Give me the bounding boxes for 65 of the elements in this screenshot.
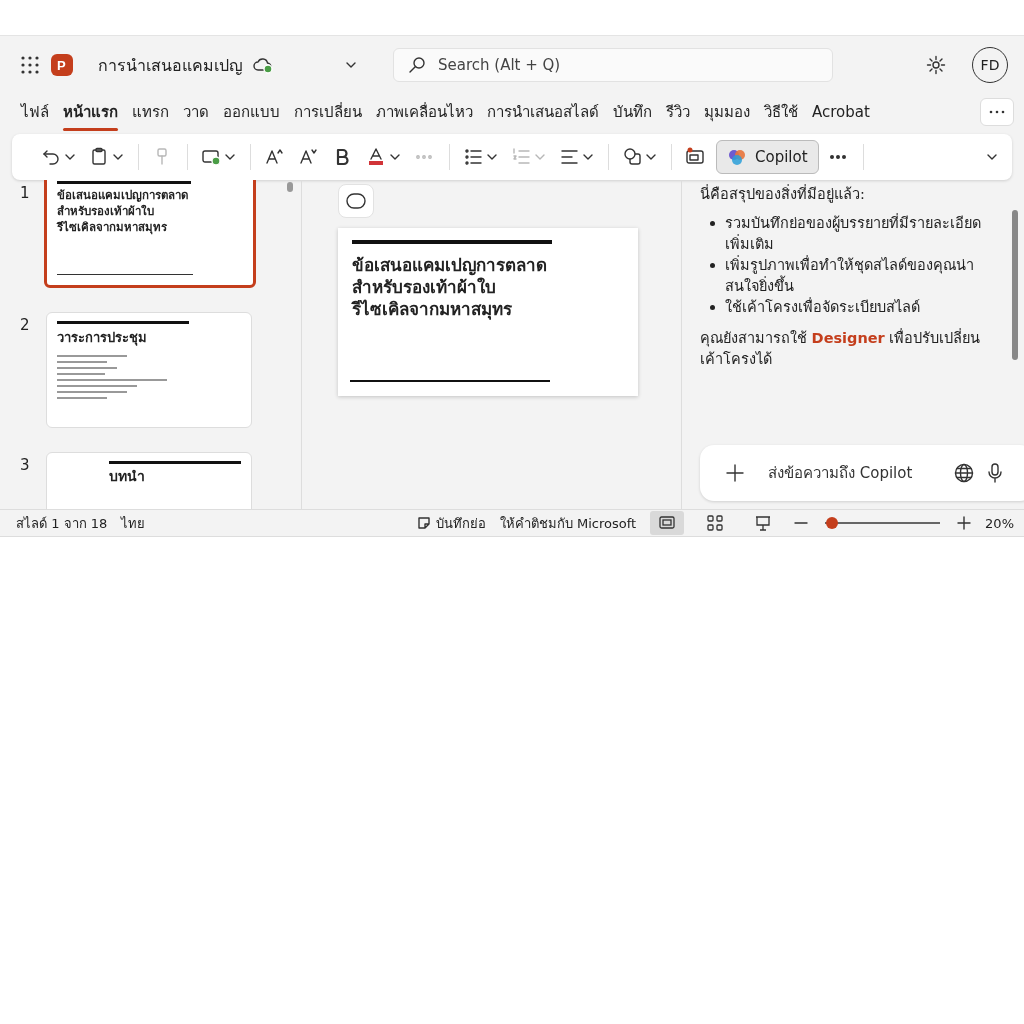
document-title[interactable]: การนำเสนอแคมเปญ <box>98 52 243 78</box>
language[interactable]: ไทย <box>121 512 146 534</box>
feedback-button[interactable]: ให้คำติชมกับ Microsoft <box>499 512 637 534</box>
slide-sorter-icon <box>706 514 725 532</box>
chat-message: นี่คือสรุปของสิ่งที่มีอยู่แล้ว: <box>700 184 866 205</box>
scrollbar-thumb[interactable] <box>1012 210 1018 360</box>
ribbon-tab[interactable]: มุมมอง <box>697 96 757 128</box>
globe-icon[interactable] <box>954 463 974 483</box>
app-logo-icon[interactable]: P <box>50 53 76 77</box>
search-input[interactable]: Search (Alt + Q) <box>436 55 818 75</box>
slide-thumbnail[interactable]: วาระการประชุม <box>46 312 252 428</box>
search-bar[interactable]: Search (Alt + Q) <box>393 48 833 82</box>
slider-thumb[interactable] <box>825 517 838 529</box>
bullet-text: ใช้เค้าโครงเพื่อจัดระเบียบสไลด์ <box>725 297 920 318</box>
shapes-icon[interactable] <box>623 147 643 167</box>
zoom-level[interactable]: 20% <box>985 515 1014 531</box>
scrollbar-thumb[interactable] <box>287 182 293 192</box>
view-button[interactable] <box>650 511 685 535</box>
cloud-saved-icon[interactable] <box>253 56 275 74</box>
ribbon-tab[interactable]: การเปลี่ยน <box>287 96 369 128</box>
ribbon-tab[interactable]: แทรก <box>125 96 176 128</box>
chat-input-bar[interactable]: ส่งข้อความถึง Copilot <box>700 445 1024 501</box>
plus-icon[interactable] <box>726 464 744 482</box>
bullet-text: เพิ่มรูปภาพเพื่อทำให้ชุดสไลด์ของคุณน่าสนใจยิ่งขึ้น <box>725 255 975 297</box>
microphone-icon[interactable] <box>988 463 1002 483</box>
ribbon-tab[interactable]: รีวิว <box>659 96 697 128</box>
search-icon[interactable] <box>408 56 426 74</box>
notes-button[interactable]: บันทึกย่อ <box>416 512 486 534</box>
message-input[interactable]: ส่งข้อความถึง Copilot <box>766 463 940 483</box>
ribbon-tab[interactable]: Acrobat <box>805 99 877 125</box>
note-icon[interactable] <box>416 516 431 530</box>
ribbon-tab[interactable]: วาด <box>176 96 216 128</box>
slide-title: ข้อเสนอแคมเปญการตลาด สำหรับรองเท้าผ้าใบ รีไซเคิลจากมหาสมุทร <box>57 187 189 236</box>
more-icon[interactable] <box>989 110 1005 114</box>
slide-title: บทนำ <box>108 467 146 486</box>
ribbon-tab[interactable]: การนำเสนอสไลด์ <box>480 96 606 128</box>
ribbon-tab[interactable]: ภาพเคลื่อนไหว <box>369 96 480 128</box>
align-icon[interactable] <box>560 147 580 167</box>
ribbon-tab[interactable]: บันทึก <box>606 96 659 128</box>
slide-title[interactable]: ข้อเสนอแคมเปญการตลาด สำหรับรองเท้าผ้าใบ รีไซเคิลจากมหาสมุทร <box>352 254 624 321</box>
chat-message: คุณยังสามารถใช้ Designer เพื่อปรับเปลี่ยนเค้าโครงได้ <box>700 328 982 370</box>
bullet-icon <box>710 305 715 311</box>
slide-number: 2 <box>20 315 31 336</box>
presentation-icon <box>754 514 773 532</box>
ribbon-tab[interactable]: วิธีใช้ <box>757 96 805 128</box>
slide-number: 1 <box>20 183 31 204</box>
copilot-button[interactable]: Copilot <box>716 140 819 174</box>
copilot-button[interactable] <box>338 184 374 218</box>
slide-count: สไลด์ 1 จาก 18 <box>16 514 108 533</box>
ribbon-tab[interactable]: หน้าแรก <box>56 96 125 128</box>
new-slide-icon[interactable] <box>202 147 222 167</box>
slide-thumbnail[interactable]: บทนำ <box>46 452 252 509</box>
designer-icon[interactable] <box>686 147 706 167</box>
bullet-list-icon[interactable] <box>464 147 484 167</box>
bullet-icon <box>710 263 715 269</box>
slide-title: วาระการประชุม <box>57 329 148 348</box>
bullet-icon <box>710 221 715 226</box>
normal-view-icon <box>658 514 677 532</box>
app-launcher-icon[interactable] <box>20 55 40 75</box>
ribbon-tab[interactable]: ออกแบบ <box>216 96 287 128</box>
bullet-text: รวมบันทึกย่อของผู้บรรยายที่มีรายละเอียดเพิ่มเติม <box>725 213 982 255</box>
zoom-in-icon[interactable] <box>957 516 972 530</box>
ribbon-tab[interactable]: ไฟล์ <box>14 96 56 128</box>
slide-number: 3 <box>20 455 31 476</box>
slide-thumbnail[interactable]: ข้อเสนอแคมเปญการตลาด สำหรับรองเท้าผ้าใบ รีไซเคิลจากมหาสมุทร <box>44 180 256 288</box>
